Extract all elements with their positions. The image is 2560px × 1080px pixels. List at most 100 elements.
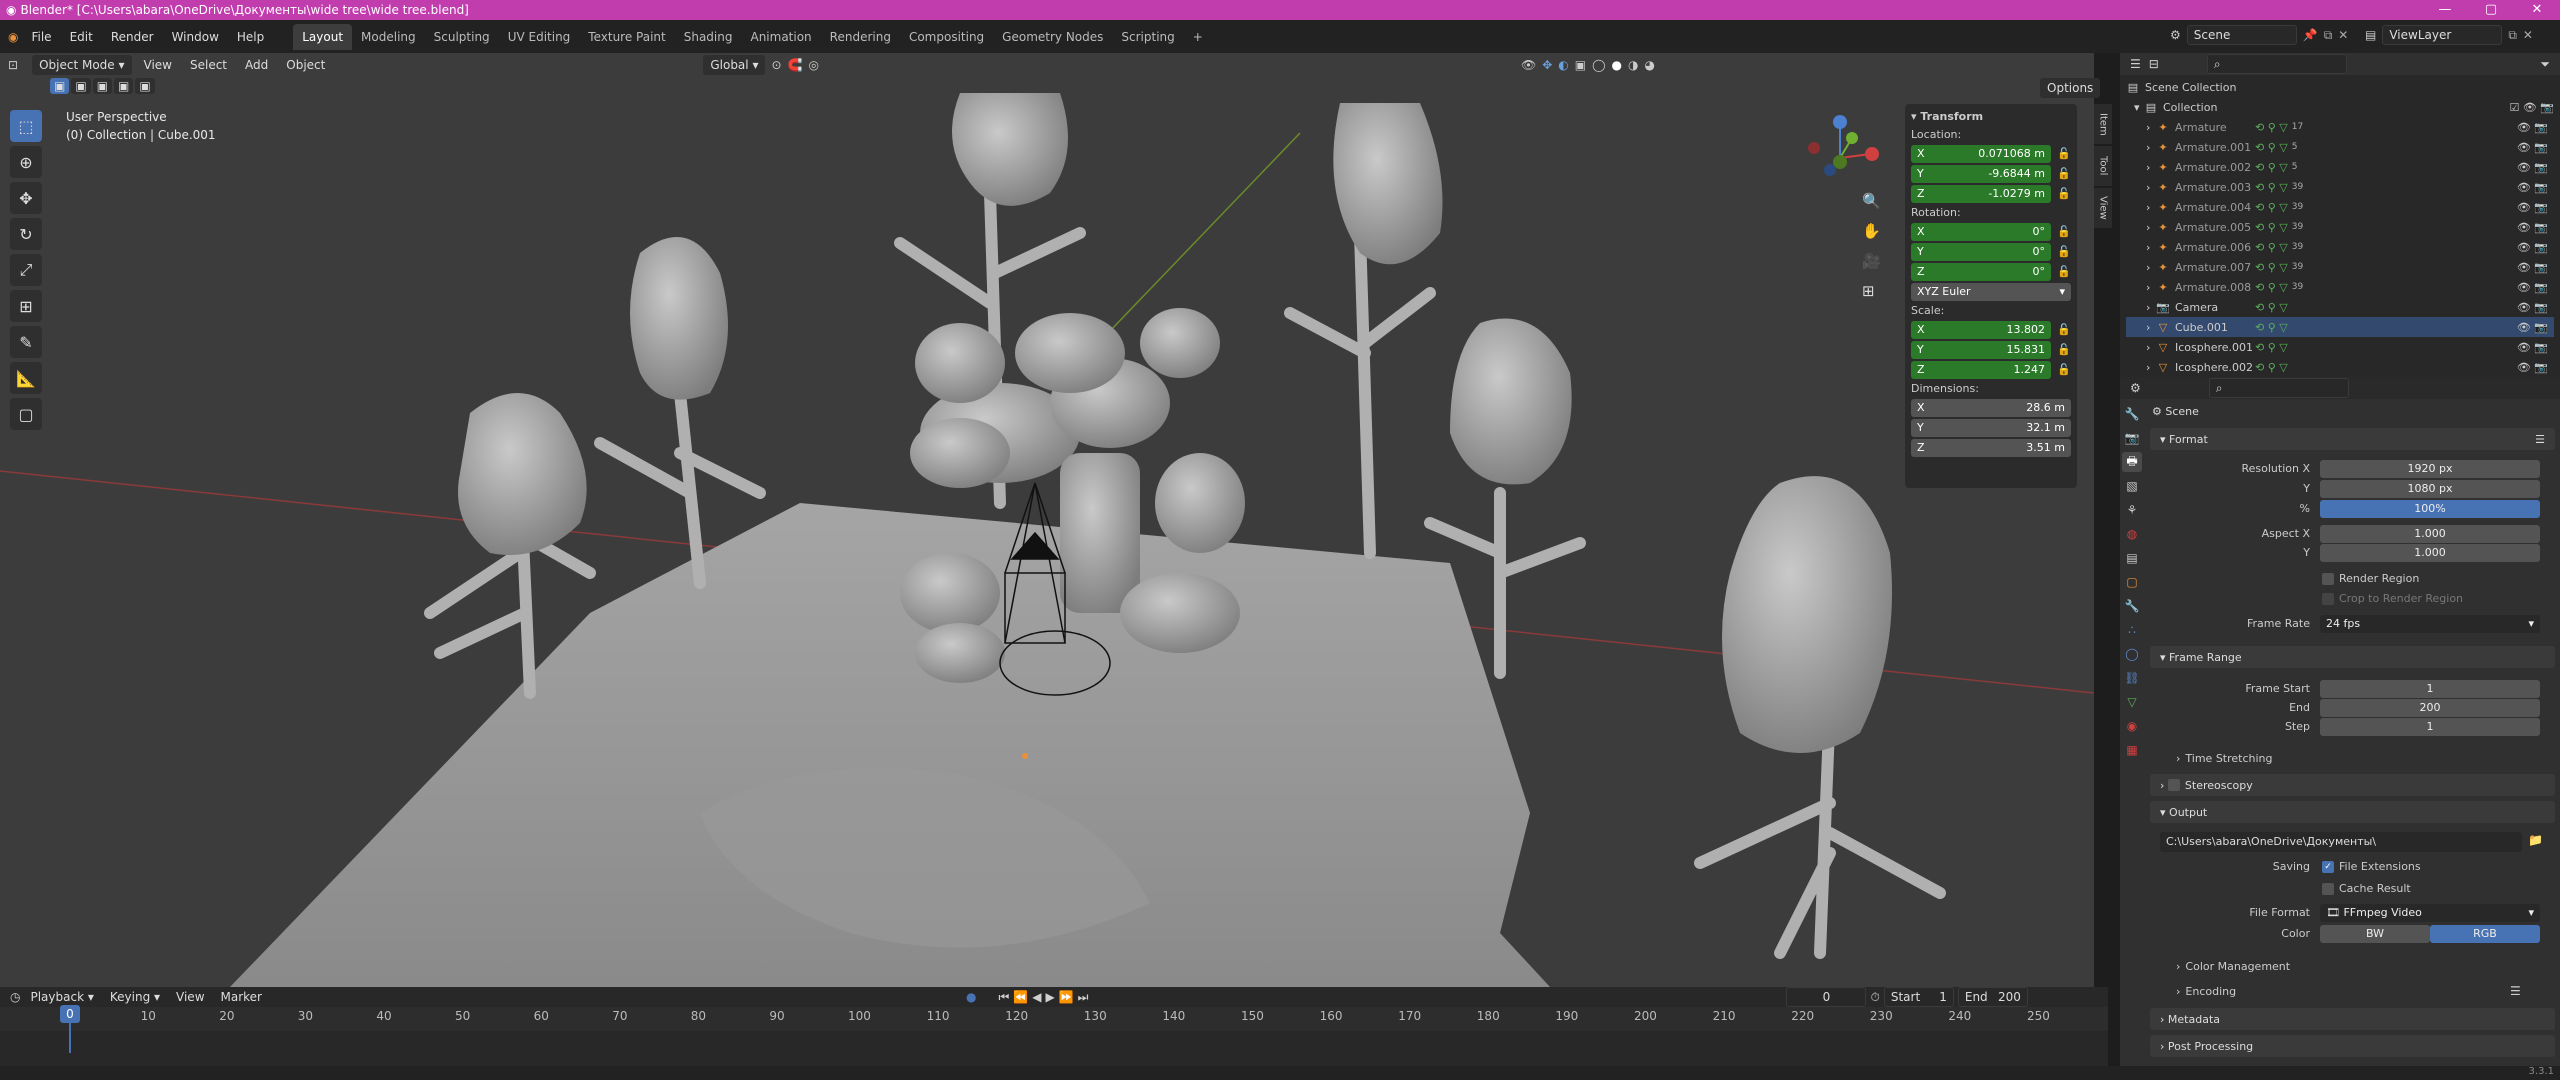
visibility-toggle-icons[interactable]: 👁 📷 [2517, 361, 2554, 374]
select-intersect-icon[interactable]: ▣ [135, 78, 155, 94]
select-extend-icon[interactable]: ▣ [71, 78, 91, 94]
frame-rate-dropdown[interactable]: 24 fps ▾ [2320, 615, 2540, 633]
tab-compositing[interactable]: Compositing [900, 24, 993, 50]
cursor-tool-icon[interactable]: ⊕ [10, 146, 42, 178]
aspect-y-field[interactable]: 1.000 [2320, 544, 2540, 562]
outliner-row[interactable]: › ✦ Armature.003 ⟲ ⚲ ▽ 39 👁 📷 [2126, 177, 2554, 197]
lock-icon[interactable]: 🔓 [2057, 187, 2071, 200]
frame-start-field[interactable]: 1 [2320, 680, 2540, 698]
tab-layout[interactable]: Layout [293, 23, 353, 50]
view-layer-tab-icon[interactable]: ▧ [2122, 476, 2142, 496]
output-section[interactable]: ▾ Output [2150, 801, 2555, 823]
render-region-checkbox[interactable]: Render Region [2322, 572, 2419, 585]
tab-uv-editing[interactable]: UV Editing [499, 24, 580, 50]
add-menu[interactable]: Add [239, 58, 274, 72]
outliner-row[interactable]: › ▽ Cube.001 ⟲ ⚲ ▽ 👁 📷 [2126, 317, 2554, 337]
menu-help[interactable]: Help [228, 30, 273, 44]
options-button[interactable]: Options [2040, 78, 2101, 98]
visibility-toggle-icons[interactable]: 👁 📷 [2517, 321, 2554, 334]
rotation-y-field[interactable]: Y 0° [1911, 242, 2051, 261]
pin-icon[interactable]: 📌 [2303, 28, 2318, 42]
list-icon[interactable]: ☰ [2535, 433, 2545, 446]
outliner-row[interactable]: › ▽ Icosphere.002 ⟲ ⚲ ▽ 👁 📷 [2126, 357, 2554, 377]
output-tab-icon[interactable]: 🖶 [2122, 452, 2142, 472]
stereoscopy-section[interactable]: › Stereoscopy [2150, 774, 2555, 796]
resolution-pct-slider[interactable]: 100% [2320, 500, 2540, 518]
transform-tool-icon[interactable]: ⊞ [10, 290, 42, 322]
tab-texture-paint[interactable]: Texture Paint [579, 24, 674, 50]
menu-render[interactable]: Render [102, 30, 163, 44]
filter-icon[interactable]: ⏷ [2540, 57, 2550, 72]
current-frame-field[interactable]: 0 [1786, 987, 1867, 1007]
tab-animation[interactable]: Animation [741, 24, 820, 50]
lock-icon[interactable]: 🔓 [2057, 265, 2071, 278]
dimensions-y-field[interactable]: Y 32.1 m [1911, 418, 2071, 437]
material-tab-icon[interactable]: ◉ [2122, 716, 2142, 736]
delete-scene-icon[interactable]: ✕ [2338, 28, 2348, 42]
overlay-icon[interactable]: ◐ [1558, 58, 1568, 72]
frame-range-section[interactable]: ▾ Frame Range [2150, 646, 2555, 668]
lock-icon[interactable]: 🔓 [2057, 363, 2071, 376]
color-bw-button[interactable]: BW [2320, 925, 2430, 943]
constraints-tab-icon[interactable]: ⛓ [2122, 668, 2142, 688]
transform-header[interactable]: ▾ Transform [1911, 108, 2071, 126]
lock-icon[interactable]: 🔓 [2057, 245, 2071, 258]
close-button[interactable]: ✕ [2514, 0, 2560, 20]
shading-rendered-icon[interactable]: ◕ [1645, 58, 1655, 72]
file-extensions-checkbox[interactable]: ✓ File Extensions [2322, 860, 2421, 873]
output-path-field[interactable]: C:\Users\abara\OneDrive\Документы\ [2160, 832, 2522, 852]
add-workspace-button[interactable]: + [1184, 24, 1212, 50]
particles-tab-icon[interactable]: ∴ [2122, 620, 2142, 640]
texture-tab-icon[interactable]: ▦ [2122, 740, 2142, 760]
add-cube-tool-icon[interactable]: ▢ [10, 398, 42, 430]
select-invert-icon[interactable]: ▣ [114, 78, 134, 94]
tab-modeling[interactable]: Modeling [352, 24, 425, 50]
camera-view-icon[interactable]: 🎥 [1862, 252, 1881, 270]
visibility-icons[interactable]: ☑ 👁 📷 [2509, 101, 2554, 114]
location-x-field[interactable]: X 0.071068 m [1911, 144, 2051, 163]
visibility-toggle-icons[interactable]: 👁 📷 [2517, 301, 2554, 314]
visibility-toggle-icons[interactable]: 👁 📷 [2517, 341, 2554, 354]
jump-start-icon[interactable]: ⏮ [998, 990, 1009, 1005]
tab-scripting[interactable]: Scripting [1112, 24, 1183, 50]
move-tool-icon[interactable]: ✥ [10, 182, 42, 214]
playhead[interactable]: 0 [60, 1005, 80, 1023]
rotation-x-field[interactable]: X 0° [1911, 222, 2051, 241]
list-icon[interactable]: ☰ [2510, 984, 2521, 998]
rotation-z-field[interactable]: Z 0° [1911, 262, 2051, 281]
tab-view[interactable]: View [2094, 188, 2112, 228]
editor-type-icon[interactable]: ⊡ [8, 58, 18, 72]
properties-editor-icon[interactable]: ⚙ [2130, 381, 2141, 395]
jump-key-back-icon[interactable]: ⏪ [1013, 990, 1028, 1004]
world-tab-icon[interactable]: ◍ [2122, 524, 2142, 544]
outliner-row[interactable]: › ✦ Armature.007 ⟲ ⚲ ▽ 39 👁 📷 [2126, 257, 2554, 277]
visibility-toggle-icons[interactable]: 👁 📷 [2517, 241, 2554, 254]
outliner-row[interactable]: › ▽ Icosphere.001 ⟲ ⚲ ▽ 👁 📷 [2126, 337, 2554, 357]
play-reverse-icon[interactable]: ◀ [1032, 990, 1041, 1004]
outliner-row[interactable]: › ✦ Armature.002 ⟲ ⚲ ▽ 5 👁 📷 [2126, 157, 2554, 177]
collection-tab-icon[interactable]: ▤ [2122, 548, 2142, 568]
visibility-toggle-icons[interactable]: 👁 📷 [2517, 161, 2554, 174]
outliner-row[interactable]: › ✦ Armature.005 ⟲ ⚲ ▽ 39 👁 📷 [2126, 217, 2554, 237]
select-new-icon[interactable]: ▣ [50, 78, 70, 94]
format-section[interactable]: ▾ Format ☰ [2150, 428, 2555, 450]
file-format-dropdown[interactable]: 🎞 FFmpeg Video ▾ [2320, 904, 2540, 922]
gizmo-icon[interactable]: ✥ [1542, 58, 1552, 72]
properties-search[interactable]: ⌕ [2208, 378, 2349, 398]
visibility-toggle-icons[interactable]: 👁 📷 [2517, 121, 2554, 134]
select-box-tool-icon[interactable]: ⬚ [10, 110, 42, 142]
end-frame-field[interactable]: End 200 [1957, 987, 2028, 1007]
outliner-search[interactable]: ⌕ [2206, 54, 2347, 74]
data-tab-icon[interactable]: ▽ [2122, 692, 2142, 712]
color-management-subsection[interactable]: › Color Management [2176, 960, 2290, 973]
playback-menu[interactable]: Playback ▾ [24, 990, 99, 1004]
tab-item[interactable]: Item [2094, 104, 2112, 144]
blender-menu-icon[interactable]: ◉ [8, 30, 18, 44]
measure-tool-icon[interactable]: 📐 [10, 362, 42, 394]
start-frame-field[interactable]: Start 1 [1883, 987, 1954, 1007]
display-mode-icon[interactable]: ⊟ [2149, 57, 2159, 71]
xray-icon[interactable]: ▣ [1575, 58, 1586, 72]
viewlayer-field[interactable]: ViewLayer [2382, 25, 2503, 45]
outliner-row-collection[interactable]: ▾ ▤ Collection ☑ 👁 📷 [2126, 97, 2554, 117]
select-menu[interactable]: Select [184, 58, 233, 72]
